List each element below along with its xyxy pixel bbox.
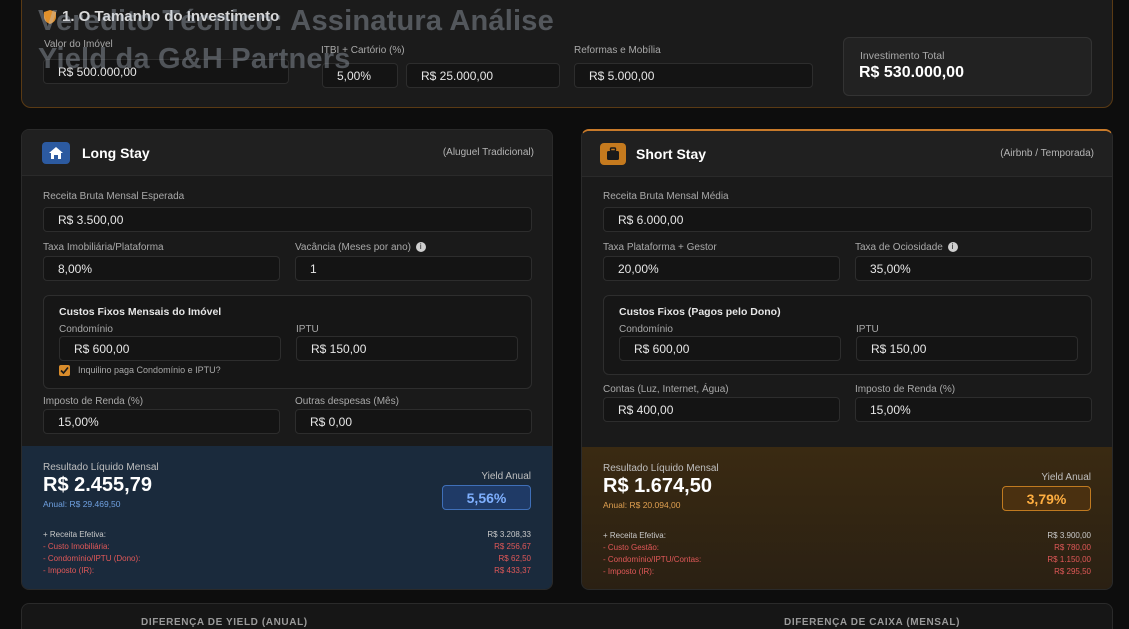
info-icon[interactable]: i: [415, 242, 426, 253]
long-condo-label: Condomínio: [59, 324, 113, 335]
long-iptu-label: IPTU: [296, 324, 319, 335]
tenant-pays-checkbox[interactable]: [59, 365, 70, 376]
shield-icon: [44, 9, 56, 24]
long-other-input[interactable]: R$ 0,00: [295, 409, 532, 434]
renovation-label: Reformas e Mobília: [574, 45, 661, 56]
short-iptu-input[interactable]: R$ 150,00: [856, 336, 1078, 361]
short-bd-value-2: R$ 1.150,00: [1047, 555, 1091, 564]
long-stay-panel: Long Stay (Aluguel Tradicional) Receita …: [21, 129, 553, 590]
short-fixed-costs-box: Custos Fixos (Pagos pelo Dono) Condomíni…: [603, 295, 1092, 375]
short-idle-label: Taxa de Ociosidade i: [855, 242, 958, 253]
long-bd-value-1: R$ 256,67: [494, 542, 531, 551]
info-icon[interactable]: i: [947, 242, 958, 253]
long-fixed-costs-box: Custos Fixos Mensais do Imóvel Condomíni…: [43, 295, 532, 389]
short-stay-title: Short Stay: [636, 146, 707, 162]
short-yield-label: Yield Anual: [1041, 472, 1091, 483]
short-bills-input[interactable]: R$ 400,00: [603, 397, 840, 422]
renovation-input[interactable]: R$ 5.000,00: [574, 63, 813, 88]
long-stay-title: Long Stay: [82, 145, 150, 161]
short-stay-header: Short Stay (Airbnb / Temporada): [582, 131, 1112, 177]
cash-diff-label: DIFERENÇA DE CAIXA (MENSAL): [784, 617, 961, 628]
short-tax-input[interactable]: 15,00%: [855, 397, 1092, 422]
total-investment-box: Investimento Total R$ 530.000,00: [843, 37, 1092, 96]
long-bd-label-2: - Condomínio/IPTU (Dono):: [43, 554, 141, 563]
short-yield-badge: 3,79%: [1002, 486, 1091, 511]
short-result-value: R$ 1.674,50: [603, 475, 712, 497]
short-condo-input[interactable]: R$ 600,00: [619, 336, 841, 361]
long-bd-value-3: R$ 433,37: [494, 566, 531, 575]
short-fee-input[interactable]: 20,00%: [603, 256, 840, 281]
long-tax-input[interactable]: 15,00%: [43, 409, 280, 434]
short-result-section: Resultado Líquido Mensal R$ 1.674,50 Anu…: [582, 447, 1112, 589]
long-gross-input[interactable]: R$ 3.500,00: [43, 207, 532, 232]
short-gross-input[interactable]: R$ 6.000,00: [603, 207, 1092, 232]
short-bd-label-2: - Condomínio/IPTU/Contas:: [603, 555, 702, 564]
long-other-label: Outras despesas (Mês): [295, 396, 399, 407]
short-result-label: Resultado Líquido Mensal: [603, 463, 719, 474]
difference-summary: DIFERENÇA DE YIELD (ANUAL) DIFERENÇA DE …: [21, 603, 1113, 629]
total-investment-value: R$ 530.000,00: [859, 64, 964, 81]
long-tax-label: Imposto de Renda (%): [43, 396, 144, 407]
short-bd-label-0: + Receita Efetiva:: [603, 531, 666, 540]
long-iptu-input[interactable]: R$ 150,00: [296, 336, 518, 361]
long-gross-label: Receita Bruta Mensal Esperada: [43, 191, 185, 202]
short-fee-label: Taxa Plataforma + Gestor: [603, 242, 717, 253]
property-value-input[interactable]: R$ 500.000,00: [43, 59, 289, 84]
long-bd-value-0: R$ 3.208,33: [487, 530, 531, 539]
short-bd-value-3: R$ 295,50: [1054, 567, 1091, 576]
short-bd-label-1: - Custo Gestão:: [603, 543, 660, 552]
total-investment-label: Investimento Total: [860, 50, 945, 62]
long-result-section: Resultado Líquido Mensal R$ 2.455,79 Anu…: [22, 446, 552, 589]
long-result-value: R$ 2.455,79: [43, 474, 152, 496]
long-stay-header: Long Stay (Aluguel Tradicional): [22, 130, 552, 176]
short-stay-subtitle: (Airbnb / Temporada): [1000, 148, 1094, 159]
long-fee-label: Taxa Imobiliária/Plataforma: [43, 242, 164, 253]
short-condo-label: Condomínio: [619, 324, 673, 335]
long-bd-label-3: - Imposto (IR):: [43, 566, 95, 575]
short-tax-label: Imposto de Renda (%): [855, 384, 956, 395]
long-bd-label-0: + Receita Efetiva:: [43, 530, 106, 539]
short-gross-label: Receita Bruta Mensal Média: [603, 191, 729, 202]
long-vacancy-label-text: Vacância (Meses por ano): [295, 242, 411, 253]
long-bd-value-2: R$ 62,50: [498, 554, 531, 563]
long-vacancy-input[interactable]: 1: [295, 256, 532, 281]
yield-diff-label: DIFERENÇA DE YIELD (ANUAL): [141, 617, 308, 628]
itbi-percent-input[interactable]: 5,00%: [322, 63, 398, 88]
long-result-label: Resultado Líquido Mensal: [43, 462, 159, 473]
long-fixed-title: Custos Fixos Mensais do Imóvel: [59, 306, 222, 318]
long-stay-subtitle: (Aluguel Tradicional): [442, 147, 534, 158]
tenant-pays-label: Inquilino paga Condomínio e IPTU?: [78, 365, 221, 375]
long-yield-badge: 5,56%: [442, 485, 531, 510]
itbi-value-input[interactable]: R$ 25.000,00: [406, 63, 560, 88]
short-bills-label: Contas (Luz, Internet, Água): [603, 384, 729, 395]
suitcase-icon: [600, 143, 626, 165]
long-fee-input[interactable]: 8,00%: [43, 256, 280, 281]
short-bd-value-1: R$ 780,00: [1054, 543, 1091, 552]
short-fixed-title: Custos Fixos (Pagos pelo Dono): [619, 306, 781, 318]
long-bd-label-1: - Custo Imobiliária:: [43, 542, 110, 551]
short-idle-input[interactable]: 35,00%: [855, 256, 1092, 281]
long-yield-label: Yield Anual: [481, 471, 531, 482]
long-vacancy-label: Vacância (Meses por ano) i: [295, 242, 426, 253]
long-condo-input[interactable]: R$ 600,00: [59, 336, 281, 361]
short-bd-value-0: R$ 3.900,00: [1047, 531, 1091, 540]
long-result-annual: Anual: R$ 29.469,50: [43, 499, 121, 509]
investment-title-text: 1. O Tamanho do Investimento: [62, 8, 280, 25]
property-value-label: Valor do Imóvel: [44, 39, 113, 50]
home-icon: [42, 142, 70, 164]
short-iptu-label: IPTU: [856, 324, 879, 335]
short-stay-panel: Short Stay (Airbnb / Temporada) Receita …: [581, 129, 1113, 590]
short-result-annual: Anual: R$ 20.094,00: [603, 500, 681, 510]
investment-section-title: 1. O Tamanho do Investimento: [44, 8, 279, 25]
short-idle-label-text: Taxa de Ociosidade: [855, 242, 943, 253]
short-bd-label-3: - Imposto (IR):: [603, 567, 655, 576]
check-icon: [60, 366, 69, 375]
itbi-label: ITBI + Cartório (%): [321, 45, 405, 56]
